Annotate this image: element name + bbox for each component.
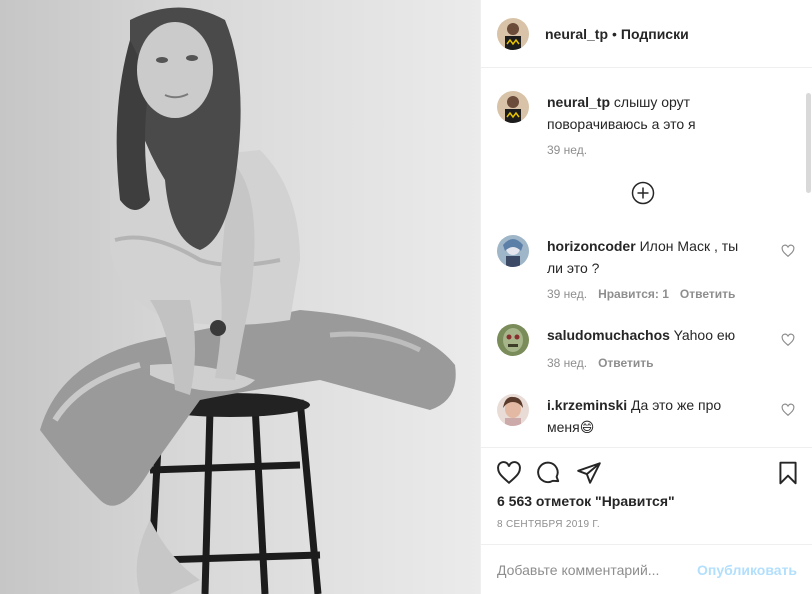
photo-image: [0, 0, 480, 594]
comment-meta: 38 нед. Ответить: [547, 356, 654, 370]
like-comment-button[interactable]: [781, 403, 795, 417]
reply-button[interactable]: Ответить: [680, 287, 735, 301]
comment-likes-count[interactable]: Нравится: 1: [598, 287, 669, 301]
plus-circle-icon: [631, 181, 655, 205]
paper-plane-icon: [577, 462, 601, 484]
post-photo[interactable]: [0, 0, 480, 594]
caption-meta: 39 нед.: [547, 143, 587, 157]
comments-scrollbar[interactable]: [806, 93, 811, 193]
emoji-icon: 😄: [579, 419, 595, 435]
add-comment-form: Опубликовать: [481, 544, 812, 594]
comments-list[interactable]: neural_tp слышу орут поворачиваюсь а это…: [481, 69, 812, 447]
comment-time[interactable]: 38 нед.: [547, 356, 587, 370]
heart-icon: [781, 403, 795, 417]
commenter-avatar[interactable]: [497, 235, 529, 267]
post-actions: 6 563 отметок "Нравится" 8 СЕНТЯБРЯ 2019…: [481, 447, 812, 544]
commenter-avatar[interactable]: [497, 394, 529, 426]
heart-icon: [781, 244, 795, 258]
comment-text: Yahoo ею: [673, 327, 736, 343]
comment-input[interactable]: [497, 561, 698, 578]
caption-time[interactable]: 39 нед.: [547, 143, 587, 157]
save-button[interactable]: [775, 460, 801, 486]
author-avatar[interactable]: [497, 17, 529, 50]
reply-button[interactable]: Ответить: [598, 356, 653, 370]
share-button[interactable]: [576, 460, 602, 486]
caption-text-block: neural_tp слышу орут поворачиваюсь а это…: [547, 91, 757, 135]
like-comment-button[interactable]: [781, 244, 795, 258]
comment-text-block: saludomuchachos Yahoo ею: [547, 324, 757, 346]
comment-username[interactable]: saludomuchachos: [547, 327, 670, 343]
caption-username[interactable]: neural_tp: [547, 94, 610, 110]
post-side-panel: neural_tp • Подписки neural_tp слышу ору…: [480, 0, 812, 594]
publish-button[interactable]: Опубликовать: [697, 562, 797, 578]
comment-meta: 39 нед. Нравится: 1 Ответить: [547, 287, 735, 301]
author-username[interactable]: neural_tp: [545, 26, 608, 42]
comment-username[interactable]: i.krzeminski: [547, 397, 627, 413]
like-comment-button[interactable]: [781, 333, 795, 347]
heart-icon: [781, 333, 795, 347]
comment-time[interactable]: 39 нед.: [547, 287, 587, 301]
caption-avatar[interactable]: [497, 91, 529, 123]
comment-text-block: horizoncoder Илон Маск , ты ли это ?: [547, 235, 757, 279]
post-header: neural_tp • Подписки: [481, 0, 812, 68]
heart-icon: [497, 461, 521, 485]
comment-username[interactable]: horizoncoder: [547, 238, 636, 254]
following-button[interactable]: Подписки: [621, 26, 689, 42]
like-button[interactable]: [496, 460, 522, 486]
likes-count[interactable]: 6 563 отметок "Нравится": [497, 493, 675, 509]
header-separator: •: [612, 25, 617, 42]
comment-text-block: i.krzeminski Да это же про меня😄: [547, 394, 757, 438]
bookmark-icon: [779, 461, 797, 485]
commenter-avatar[interactable]: [497, 324, 529, 356]
load-more-comments-button[interactable]: [631, 181, 655, 205]
comment-button[interactable]: [536, 460, 562, 486]
speech-bubble-icon: [537, 461, 560, 484]
post-date[interactable]: 8 СЕНТЯБРЯ 2019 Г.: [497, 519, 600, 530]
